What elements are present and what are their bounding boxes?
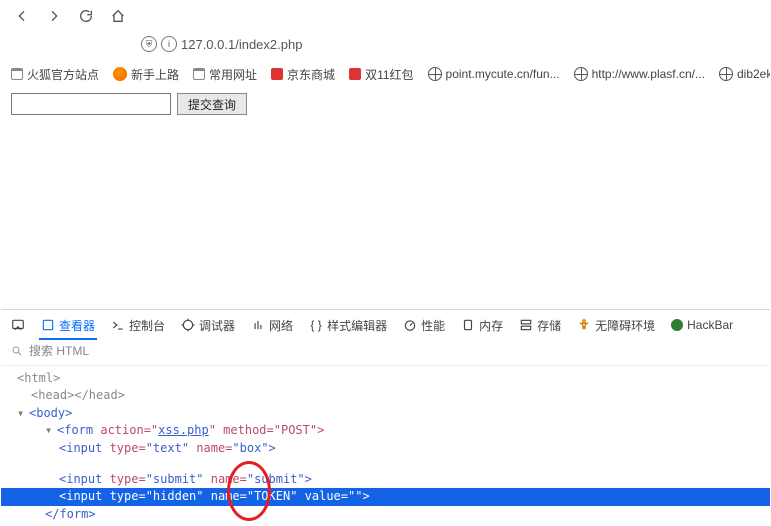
tab-debugger[interactable]: 调试器 (181, 317, 235, 334)
tab-memory[interactable]: 内存 (461, 317, 503, 334)
submit-button[interactable]: 提交查询 (177, 93, 247, 115)
tab-style-editor[interactable]: { } 样式编辑器 (309, 317, 387, 334)
forward-button[interactable] (43, 5, 65, 27)
shield-icon[interactable]: ⛨ (141, 36, 157, 52)
html-bubble-line[interactable]: "" (11, 457, 770, 471)
bookmark-item[interactable]: http://www.plasf.cn/... (574, 67, 705, 81)
devtools-tabs: 查看器 控制台 调试器 网络 { } 样式编辑器 性能 (1, 310, 770, 340)
devtools-search[interactable]: 搜索 HTML (1, 340, 770, 366)
devtools-panel: 查看器 控制台 调试器 网络 { } 样式编辑器 性能 (1, 309, 770, 526)
tab-label: 查看器 (59, 317, 95, 334)
bookmark-label: 火狐官方站点 (27, 66, 99, 83)
globe-icon (719, 67, 733, 81)
bookmark-item[interactable]: 京东商城 (271, 66, 335, 83)
info-icon[interactable]: i (161, 36, 177, 52)
bookmark-item[interactable]: 双11红包 (349, 66, 413, 83)
back-button[interactable] (11, 5, 33, 27)
html-line-selected[interactable]: <input type="hidden" name="TOKEN" value=… (1, 488, 770, 505)
page-content: 提交查询 (1, 87, 770, 309)
html-line[interactable]: <html> (11, 370, 770, 387)
jd-icon (271, 68, 283, 80)
html-line[interactable]: </form> (11, 506, 770, 523)
bookmark-label: 常用网址 (209, 66, 257, 83)
bookmark-item[interactable]: 火狐官方站点 (11, 66, 99, 83)
page-form: 提交查询 (11, 93, 760, 115)
box-input[interactable] (11, 93, 171, 115)
folder-icon (193, 68, 205, 80)
tab-label: 内存 (479, 317, 503, 334)
devtools-dock-icon[interactable] (11, 318, 25, 332)
html-line[interactable]: ▾<body> (11, 405, 770, 422)
devtools-html-tree[interactable]: <html> <head></head> ▾<body> ▾<form acti… (1, 366, 770, 526)
tab-label: 存储 (537, 317, 561, 334)
html-line[interactable]: <head></head> (11, 387, 770, 404)
tab-performance[interactable]: 性能 (403, 317, 445, 334)
globe-icon (428, 67, 442, 81)
bookmark-item[interactable]: 新手上路 (113, 66, 179, 83)
folder-icon (11, 68, 23, 80)
bookmark-label: 京东商城 (287, 66, 335, 83)
tab-storage[interactable]: 存储 (519, 317, 561, 334)
html-line[interactable]: <input type="text" name="box"> (11, 440, 770, 457)
bookmark-label: http://www.plasf.cn/... (592, 67, 705, 81)
bookmark-item[interactable]: point.mycute.cn/fun... (428, 67, 560, 81)
search-placeholder: 搜索 HTML (29, 342, 89, 359)
bookmark-label: dib2ekjwro (737, 67, 770, 81)
jd-icon (349, 68, 361, 80)
home-button[interactable] (107, 5, 129, 27)
html-line[interactable]: ▾<form action="xss.php" method="POST"> (11, 422, 770, 439)
tab-label: 无障碍环境 (595, 317, 655, 334)
tab-console[interactable]: 控制台 (111, 317, 165, 334)
tab-label: 性能 (421, 317, 445, 334)
tab-label: 调试器 (199, 317, 235, 334)
html-line[interactable]: <input type="submit" name="submit"> (11, 471, 770, 488)
tab-hackbar[interactable]: HackBar (671, 318, 733, 332)
bookmarks-bar: 火狐官方站点 新手上路 常用网址 京东商城 双11红包 point.mycute… (1, 61, 770, 87)
tab-label: 控制台 (129, 317, 165, 334)
bookmark-item[interactable]: 常用网址 (193, 66, 257, 83)
bookmark-label: 双11红包 (365, 66, 413, 83)
address-bar-row: ⛨ i 127.0.0.1/index2.php (1, 31, 770, 61)
reload-button[interactable] (75, 5, 97, 27)
bookmark-label: point.mycute.cn/fun... (446, 67, 560, 81)
bookmark-label: 新手上路 (131, 66, 179, 83)
firefox-icon (113, 67, 127, 81)
tab-inspector[interactable]: 查看器 (41, 317, 95, 334)
browser-nav (1, 1, 770, 31)
address-url[interactable]: 127.0.0.1/index2.php (181, 37, 302, 52)
tab-label: 网络 (269, 317, 293, 334)
tab-label: HackBar (687, 318, 733, 332)
globe-icon (574, 67, 588, 81)
bookmark-item[interactable]: dib2ekjwro (719, 67, 770, 81)
hackbar-icon (671, 319, 683, 331)
tab-accessibility[interactable]: 无障碍环境 (577, 317, 655, 334)
tab-network[interactable]: 网络 (251, 317, 293, 334)
tab-label: 样式编辑器 (327, 317, 387, 334)
